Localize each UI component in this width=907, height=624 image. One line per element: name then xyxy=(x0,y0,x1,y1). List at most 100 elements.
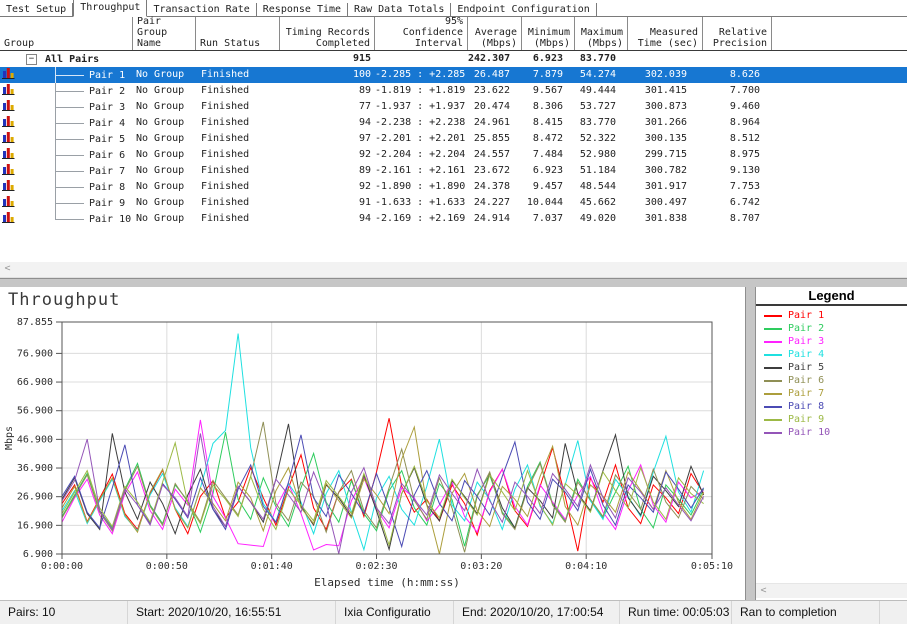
collapse-minus-icon[interactable]: − xyxy=(26,54,37,65)
timing-records: 92 xyxy=(280,179,375,195)
bar-chart-icon xyxy=(2,83,15,100)
measured-time: 301.266 xyxy=(628,115,703,131)
column-header-minimum[interactable]: Minimum (Mbps) xyxy=(522,17,575,50)
column-header-group[interactable]: Group xyxy=(0,17,133,50)
legend-item-pair-10: Pair 10 xyxy=(756,426,907,439)
tab-test-setup[interactable]: Test Setup xyxy=(0,3,73,16)
minimum-mbps: 8.472 xyxy=(522,131,575,147)
group-row-label: All Pairs xyxy=(45,52,99,67)
maximum-mbps: 45.662 xyxy=(575,195,628,211)
legend-line-swatch xyxy=(764,328,782,330)
vertical-splitter[interactable] xyxy=(745,287,756,600)
group-row-value: 6.923 xyxy=(522,51,575,67)
column-header-timing-records[interactable]: Timing Records Completed xyxy=(280,17,375,50)
pair-label: Pair 1 xyxy=(89,68,125,83)
y-axis-label: Mbps xyxy=(4,426,15,450)
column-header-run-status[interactable]: Run Status xyxy=(196,17,280,50)
pair-group-name: No Group xyxy=(133,115,196,131)
table-row-pair-6[interactable]: Pair 6No GroupFinished92-2.204 : +2.2042… xyxy=(0,147,907,163)
chevron-left-icon[interactable]: < xyxy=(0,262,15,276)
status-config: Ixia Configuratio xyxy=(336,601,454,624)
tab-transaction-rate[interactable]: Transaction Rate xyxy=(147,3,256,16)
table-row-pair-8[interactable]: Pair 8No GroupFinished92-1.890 : +1.8902… xyxy=(0,179,907,195)
legend-item-label: Pair 1 xyxy=(788,310,824,321)
relative-precision: 9.460 xyxy=(703,99,772,115)
maximum-mbps: 48.544 xyxy=(575,179,628,195)
status-pairs: Pairs: 10 xyxy=(0,601,128,624)
legend-item-label: Pair 5 xyxy=(788,362,824,373)
column-header-average[interactable]: Average (Mbps) xyxy=(468,17,522,50)
legend-line-swatch xyxy=(764,419,782,421)
bar-chart-icon xyxy=(2,163,15,180)
pair-label: Pair 9 xyxy=(89,196,125,211)
column-header-relative[interactable]: Relative Precision xyxy=(703,17,772,50)
measured-time: 302.039 xyxy=(628,67,703,83)
legend-item-pair-5: Pair 5 xyxy=(756,361,907,374)
legend-line-swatch xyxy=(764,393,782,395)
timing-records: 94 xyxy=(280,211,375,227)
tab-raw-data-totals[interactable]: Raw Data Totals xyxy=(348,3,451,16)
tree-branch xyxy=(55,195,84,211)
run-status: Finished xyxy=(196,195,280,211)
tab-endpoint-configuration[interactable]: Endpoint Configuration xyxy=(451,3,596,16)
run-status: Finished xyxy=(196,211,280,227)
run-status: Finished xyxy=(196,83,280,99)
relative-precision: 8.975 xyxy=(703,147,772,163)
tab-response-time[interactable]: Response Time xyxy=(257,3,348,16)
legend-item-label: Pair 8 xyxy=(788,401,824,412)
table-hscrollbar[interactable]: < xyxy=(0,262,907,278)
column-header-pair-group[interactable]: Pair Group Name xyxy=(133,17,196,50)
group-row-all-pairs[interactable]: −All Pairs915242.3076.92383.770 xyxy=(0,51,907,67)
table-row-pair-7[interactable]: Pair 7No GroupFinished89-2.161 : +2.1612… xyxy=(0,163,907,179)
measured-time: 301.838 xyxy=(628,211,703,227)
column-header-measured[interactable]: Measured Time (sec) xyxy=(628,17,703,50)
legend-item-pair-3: Pair 3 xyxy=(756,335,907,348)
table-row-pair-9[interactable]: Pair 9No GroupFinished91-1.633 : +1.6332… xyxy=(0,195,907,211)
pair-group-name: No Group xyxy=(133,211,196,227)
group-row-value xyxy=(375,51,468,67)
legend-title: Legend xyxy=(756,287,907,306)
x-tick-label: 0:00:00 xyxy=(41,561,83,572)
pair-label: Pair 6 xyxy=(89,148,125,163)
table-row-pair-2[interactable]: Pair 2No GroupFinished89-1.819 : +1.8192… xyxy=(0,83,907,99)
table-row-pair-5[interactable]: Pair 5No GroupFinished97-2.201 : +2.2012… xyxy=(0,131,907,147)
average-mbps: 24.557 xyxy=(468,147,522,163)
legend-line-swatch xyxy=(764,354,782,356)
table-row-pair-10[interactable]: Pair 10No GroupFinished94-2.169 : +2.169… xyxy=(0,211,907,227)
confidence-interval: -1.890 : +1.890 xyxy=(375,179,468,195)
tab-throughput[interactable]: Throughput xyxy=(73,0,147,17)
chevron-left-icon[interactable]: < xyxy=(756,584,771,598)
column-header-95-confidence[interactable]: 95% Confidence Interval xyxy=(375,17,468,50)
x-tick-label: 0:05:10 xyxy=(691,561,733,572)
confidence-interval: -2.285 : +2.285 xyxy=(375,67,468,83)
relative-precision: 8.512 xyxy=(703,131,772,147)
table-row-pair-1[interactable]: Pair 1No GroupFinished100-2.285 : +2.285… xyxy=(0,67,907,83)
table-row-pair-4[interactable]: Pair 4No GroupFinished94-2.238 : +2.2382… xyxy=(0,115,907,131)
average-mbps: 25.855 xyxy=(468,131,522,147)
legend-list: Pair 1Pair 2Pair 3Pair 4Pair 5Pair 6Pair… xyxy=(756,309,907,439)
average-mbps: 24.961 xyxy=(468,115,522,131)
average-mbps: 24.378 xyxy=(468,179,522,195)
series-line-pair-10 xyxy=(62,433,704,553)
legend-item-label: Pair 4 xyxy=(788,349,824,360)
legend-item-label: Pair 9 xyxy=(788,414,824,425)
measured-time: 300.873 xyxy=(628,99,703,115)
legend-hscrollbar[interactable]: < xyxy=(756,583,907,598)
bar-chart-icon xyxy=(2,211,15,228)
table-row-pair-3[interactable]: Pair 3No GroupFinished77-1.937 : +1.9372… xyxy=(0,99,907,115)
measured-time: 301.917 xyxy=(628,179,703,195)
run-status: Finished xyxy=(196,67,280,83)
minimum-mbps: 10.044 xyxy=(522,195,575,211)
legend-line-swatch xyxy=(764,380,782,382)
pair-label: Pair 5 xyxy=(89,132,125,147)
minimum-mbps: 6.923 xyxy=(522,163,575,179)
minimum-mbps: 7.484 xyxy=(522,147,575,163)
group-row-value: 242.307 xyxy=(468,51,522,67)
legend-item-pair-2: Pair 2 xyxy=(756,322,907,335)
column-header-maximum[interactable]: Maximum (Mbps) xyxy=(575,17,628,50)
measured-time: 301.415 xyxy=(628,83,703,99)
tree-branch xyxy=(55,211,84,227)
minimum-mbps: 8.415 xyxy=(522,115,575,131)
confidence-interval: -1.819 : +1.819 xyxy=(375,83,468,99)
pair-group-name: No Group xyxy=(133,147,196,163)
